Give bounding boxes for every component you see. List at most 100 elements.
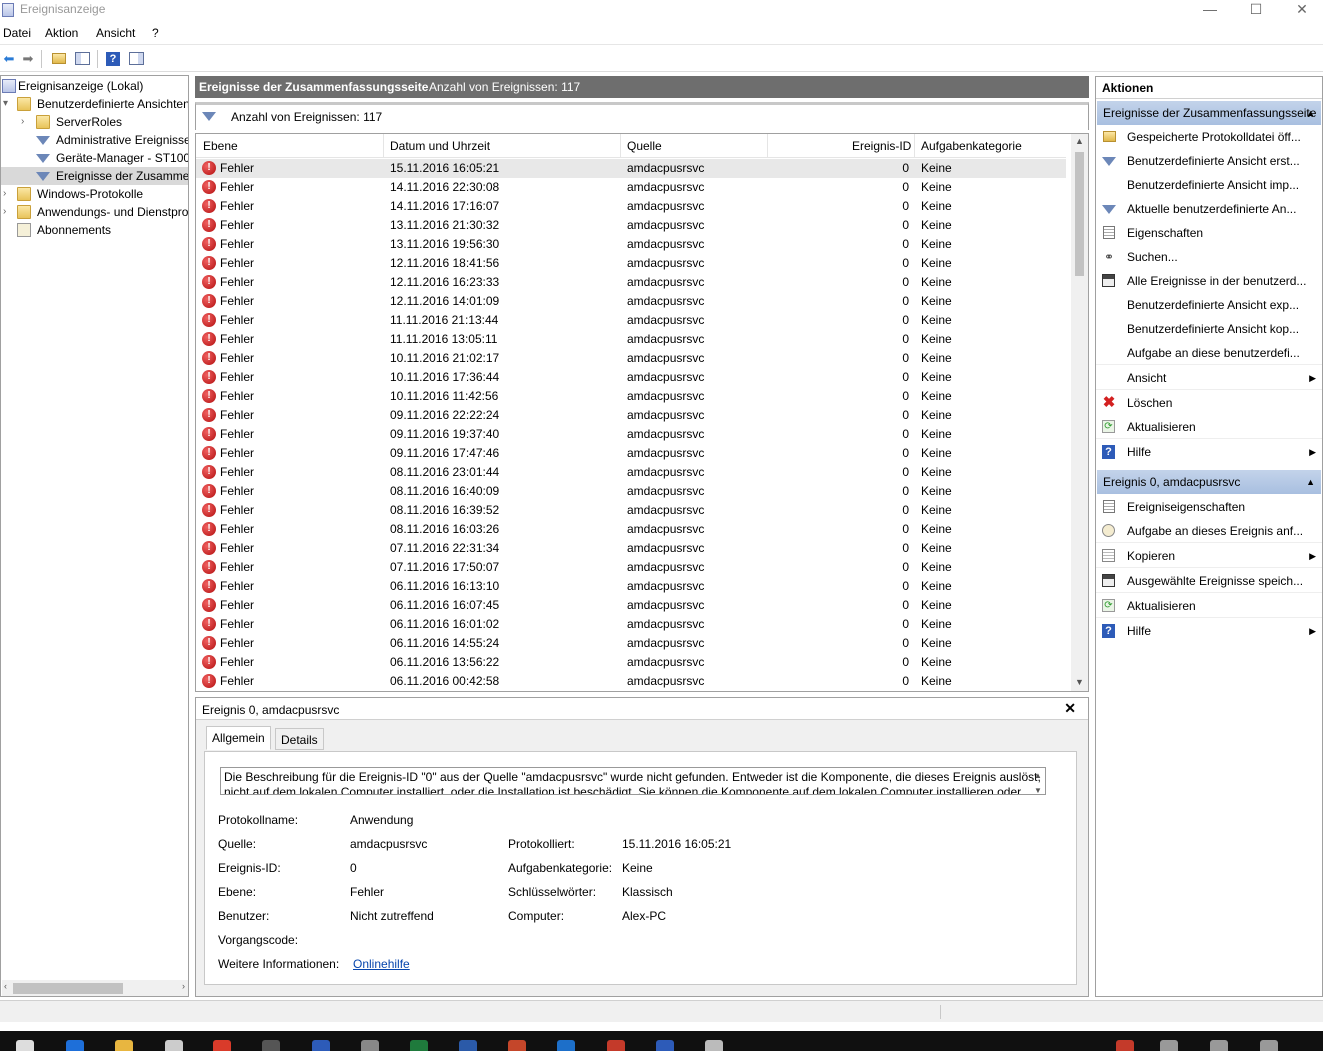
action-eigenschaften[interactable]: Eigenschaften <box>1096 221 1322 245</box>
table-row[interactable]: ! Fehler 13.11.2016 21:30:32 amdacpusrsvc 0 K… <box>196 216 1066 235</box>
tree-horizontal-scrollbar[interactable]: ‹ › <box>2 980 188 996</box>
action-alle-ereignisse-in-der-benutzerd[interactable]: Alle Ereignisse in der benutzerd... <box>1096 269 1322 293</box>
chevron-down-icon[interactable]: ▾ <box>3 95 13 113</box>
action-hilfe[interactable]: ? Hilfe ▶ <box>1096 619 1322 643</box>
excel-icon[interactable] <box>410 1040 428 1051</box>
chevron-right-icon[interactable]: › <box>3 203 13 221</box>
column-date[interactable]: Datum und Uhrzeit <box>390 139 490 153</box>
table-row[interactable]: ! Fehler 06.11.2016 14:55:24 amdacpusrsvc 0 K… <box>196 634 1066 653</box>
table-row[interactable]: ! Fehler 10.11.2016 11:42:56 amdacpusrsvc 0 K… <box>196 387 1066 406</box>
app-icon[interactable] <box>607 1040 625 1051</box>
table-row[interactable]: ! Fehler 14.11.2016 22:30:08 amdacpusrsvc 0 K… <box>196 178 1066 197</box>
chevron-right-icon[interactable]: › <box>21 113 31 131</box>
tab-details[interactable]: Details <box>275 728 324 750</box>
column-category[interactable]: Aufgabenkategorie <box>921 139 1022 153</box>
action-kopieren[interactable]: Kopieren ▶ <box>1096 544 1322 568</box>
table-row[interactable]: ! Fehler 10.11.2016 21:02:17 amdacpusrsvc 0 K… <box>196 349 1066 368</box>
up-folder-icon[interactable] <box>50 50 68 68</box>
table-row[interactable]: ! Fehler 08.11.2016 23:01:44 amdacpusrsvc 0 K… <box>196 463 1066 482</box>
action-benutzerdefinierte-ansicht-kop[interactable]: Benutzerdefinierte Ansicht kop... <box>1096 317 1322 341</box>
table-row[interactable]: ! Fehler 08.11.2016 16:40:09 amdacpusrsvc 0 K… <box>196 482 1066 501</box>
action-gespeicherte-protokolldatei-öff[interactable]: Gespeicherte Protokolldatei öff... <box>1096 125 1322 149</box>
event-viewer-app-icon[interactable] <box>656 1040 674 1051</box>
menu-help[interactable]: ? <box>152 26 159 40</box>
scroll-up-icon[interactable]: ▲ <box>1074 136 1085 146</box>
action-aktuelle-benutzerdefinierte-an[interactable]: Aktuelle benutzerdefinierte An... <box>1096 197 1322 221</box>
event-description[interactable]: Die Beschreibung für die Ereignis-ID "0"… <box>220 767 1046 795</box>
table-row[interactable]: ! Fehler 06.11.2016 16:01:02 amdacpusrsvc 0 K… <box>196 615 1066 634</box>
action-benutzerdefinierte-ansicht-erst[interactable]: Benutzerdefinierte Ansicht erst... <box>1096 149 1322 173</box>
collapse-icon[interactable]: ▲ <box>1306 101 1315 125</box>
column-event-id[interactable]: Ereignis-ID <box>852 139 911 153</box>
action-benutzerdefinierte-ansicht-imp[interactable]: Benutzerdefinierte Ansicht imp... <box>1096 173 1322 197</box>
store-icon[interactable] <box>165 1040 183 1051</box>
tray-icon[interactable] <box>1160 1040 1178 1051</box>
table-row[interactable]: ! Fehler 12.11.2016 18:41:56 amdacpusrsvc 0 K… <box>196 254 1066 273</box>
word-icon[interactable] <box>459 1040 477 1051</box>
steam-icon[interactable] <box>262 1040 280 1051</box>
menu-file[interactable]: Datei <box>3 26 31 40</box>
action-aktualisieren[interactable]: ⟳ Aktualisieren <box>1096 415 1322 439</box>
outlook-icon[interactable] <box>557 1040 575 1051</box>
app-icon[interactable] <box>361 1040 379 1051</box>
description-scrollbar[interactable]: ▲ ▼ <box>1031 768 1045 794</box>
menu-action[interactable]: Aktion <box>45 26 78 40</box>
chevron-right-icon[interactable]: › <box>3 185 13 203</box>
action-ausgewählte-ereignisse-speich[interactable]: Ausgewählte Ereignisse speich... <box>1096 569 1322 593</box>
scroll-down-icon[interactable]: ▼ <box>1074 677 1085 687</box>
action-benutzerdefinierte-ansicht-exp[interactable]: Benutzerdefinierte Ansicht exp... <box>1096 293 1322 317</box>
table-row[interactable]: ! Fehler 12.11.2016 16:23:33 amdacpusrsvc 0 K… <box>196 273 1066 292</box>
table-row[interactable]: ! Fehler 11.11.2016 13:05:11 amdacpusrsvc 0 K… <box>196 330 1066 349</box>
table-row[interactable]: ! Fehler 09.11.2016 17:47:46 amdacpusrsvc 0 K… <box>196 444 1066 463</box>
action-aktualisieren[interactable]: ⟳ Aktualisieren <box>1096 594 1322 618</box>
action-löschen[interactable]: ✖ Löschen <box>1096 391 1322 415</box>
table-row[interactable]: ! Fehler 15.11.2016 16:05:21 amdacpusrsvc 0 K… <box>196 159 1066 178</box>
column-source[interactable]: Quelle <box>627 139 662 153</box>
collapse-icon[interactable]: ▲ <box>1306 470 1315 494</box>
table-row[interactable]: ! Fehler 07.11.2016 22:31:34 amdacpusrsvc 0 K… <box>196 539 1066 558</box>
chrome-icon[interactable] <box>213 1040 231 1051</box>
edge-icon[interactable] <box>66 1040 84 1051</box>
table-row[interactable]: ! Fehler 14.11.2016 17:16:07 amdacpusrsvc 0 K… <box>196 197 1066 216</box>
table-row[interactable]: ! Fehler 09.11.2016 22:22:24 amdacpusrsvc 0 K… <box>196 406 1066 425</box>
table-row[interactable]: ! Fehler 10.11.2016 17:36:44 amdacpusrsvc 0 K… <box>196 368 1066 387</box>
scroll-left-icon[interactable]: ‹ <box>4 981 7 991</box>
tray-icon[interactable] <box>1116 1040 1134 1051</box>
column-level[interactable]: Ebene <box>203 139 238 153</box>
actions-section-summary[interactable]: Ereignisse der Zusammenfassungsseite ▲ <box>1097 101 1321 125</box>
minimize-icon[interactable]: — <box>1187 0 1233 22</box>
help-icon[interactable]: ? <box>104 50 122 68</box>
tab-general[interactable]: Allgemein <box>206 726 271 750</box>
table-row[interactable]: ! Fehler 06.11.2016 00:42:58 amdacpusrsvc 0 K… <box>196 672 1066 691</box>
show-hide-action-pane-icon[interactable] <box>128 50 146 68</box>
table-row[interactable]: ! Fehler 11.11.2016 21:13:44 amdacpusrsvc 0 K… <box>196 311 1066 330</box>
app-icon[interactable] <box>705 1040 723 1051</box>
table-row[interactable]: ! Fehler 07.11.2016 17:50:07 amdacpusrsvc 0 K… <box>196 558 1066 577</box>
start-icon[interactable] <box>16 1040 34 1051</box>
online-help-link[interactable]: Onlinehilfe <box>353 957 410 971</box>
explorer-icon[interactable] <box>115 1040 133 1051</box>
table-row[interactable]: ! Fehler 09.11.2016 19:37:40 amdacpusrsvc 0 K… <box>196 425 1066 444</box>
table-row[interactable]: ! Fehler 13.11.2016 19:56:30 amdacpusrsvc 0 K… <box>196 235 1066 254</box>
action-aufgabe-an-diese-benutzerdefi[interactable]: Aufgabe an diese benutzerdefi... <box>1096 341 1322 365</box>
table-row[interactable]: ! Fehler 08.11.2016 16:03:26 amdacpusrsvc 0 K… <box>196 520 1066 539</box>
scrollbar-thumb[interactable] <box>1075 152 1084 276</box>
action-ereigniseigenschaften[interactable]: Ereigniseigenschaften <box>1096 495 1322 519</box>
table-row[interactable]: ! Fehler 12.11.2016 14:01:09 amdacpusrsvc 0 K… <box>196 292 1066 311</box>
tree-item-summary[interactable]: Ereignisse der Zusammenfassungsseite <box>1 167 188 185</box>
scrollbar-thumb[interactable] <box>13 983 123 994</box>
show-hide-tree-icon[interactable] <box>74 50 92 68</box>
powerpoint-icon[interactable] <box>508 1040 526 1051</box>
events-vertical-scrollbar[interactable]: ▲ ▼ <box>1071 134 1088 691</box>
app-icon[interactable] <box>312 1040 330 1051</box>
close-icon[interactable]: ✕ <box>1279 0 1323 22</box>
close-icon[interactable]: ✕ <box>1064 700 1076 717</box>
tray-icon[interactable] <box>1210 1040 1228 1051</box>
maximize-icon[interactable]: ☐ <box>1233 0 1279 22</box>
action-hilfe[interactable]: ? Hilfe ▶ <box>1096 440 1322 464</box>
action-suchen[interactable]: ⚭ Suchen... <box>1096 245 1322 269</box>
action-aufgabe-an-dieses-ereignis-anf[interactable]: Aufgabe an dieses Ereignis anf... <box>1096 519 1322 543</box>
forward-icon[interactable]: ➡ <box>19 50 37 68</box>
menu-view[interactable]: Ansicht <box>96 26 135 40</box>
scroll-right-icon[interactable]: › <box>182 981 185 991</box>
